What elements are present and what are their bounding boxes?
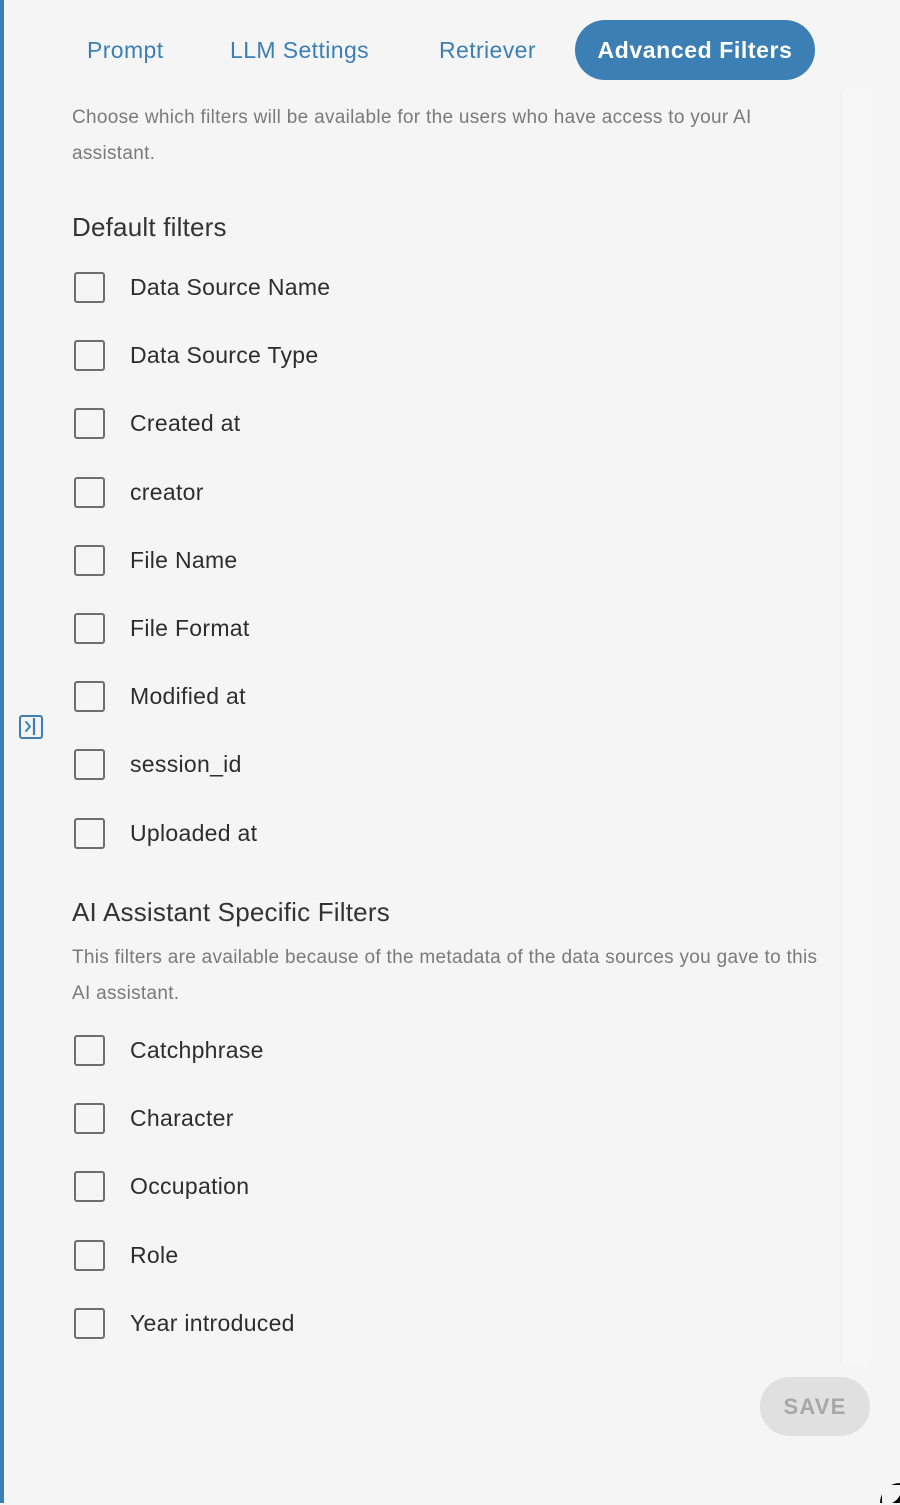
filter-option-label: Created at [130,410,241,437]
checkbox-unchecked-icon[interactable] [74,1103,105,1135]
tab-prompt[interactable]: Prompt [87,20,164,80]
specific-filters-description: This filters are available because of th… [72,947,818,1004]
tab-llm-settings[interactable]: LLM Settings [230,20,369,80]
filter-option-label: Data Source Name [130,274,331,300]
settings-tabs: Prompt LLM Settings Retriever Advanced F… [0,20,900,80]
filter-option-label: Modified at [130,683,246,710]
checkbox-unchecked-icon[interactable] [74,1171,105,1203]
checkbox-unchecked-icon[interactable] [74,1307,105,1339]
filter-option-label: Year introduced [130,1309,295,1336]
checkbox-unchecked-icon[interactable] [74,749,105,781]
filter-option-label: File Name [130,546,238,573]
tab-advanced-filters[interactable]: Advanced Filters [575,20,815,80]
checkbox-unchecked-icon[interactable] [74,272,105,303]
checkbox-unchecked-icon[interactable] [74,681,105,713]
left-edge-accent [0,0,4,1503]
save-button[interactable]: SAVE [760,1377,870,1436]
checkbox-unchecked-icon[interactable] [74,340,105,372]
checkbox-unchecked-icon[interactable] [74,817,105,849]
specific-filters-heading: AI Assistant Specific Filters [72,897,390,927]
filter-option-label: File Format [130,614,250,641]
default-filters-heading: Default filters [72,212,227,242]
panel-expand-icon[interactable] [19,715,43,739]
filter-option-label: Data Source Type [130,342,319,369]
tab-retriever[interactable]: Retriever [439,20,536,80]
filter-option-label: Character [130,1105,234,1132]
window-corner [880,1483,900,1505]
checkbox-unchecked-icon[interactable] [74,1035,105,1066]
filter-option-label: Uploaded at [130,819,258,846]
checkbox-unchecked-icon[interactable] [74,612,105,644]
checkbox-unchecked-icon[interactable] [74,476,105,508]
filter-option-label: session_id [130,751,242,778]
checkbox-unchecked-icon[interactable] [74,408,105,440]
filter-option-label: Catchphrase [130,1037,264,1063]
checkbox-unchecked-icon[interactable] [74,1239,105,1271]
filters-intro-text: Choose which filters will be available f… [72,107,752,164]
filter-option-label: Role [130,1241,179,1268]
filter-option-label: creator [130,478,204,505]
checkbox-unchecked-icon[interactable] [74,544,105,576]
scrollbar-track[interactable] [841,90,870,1365]
filter-option-label: Occupation [130,1173,250,1200]
